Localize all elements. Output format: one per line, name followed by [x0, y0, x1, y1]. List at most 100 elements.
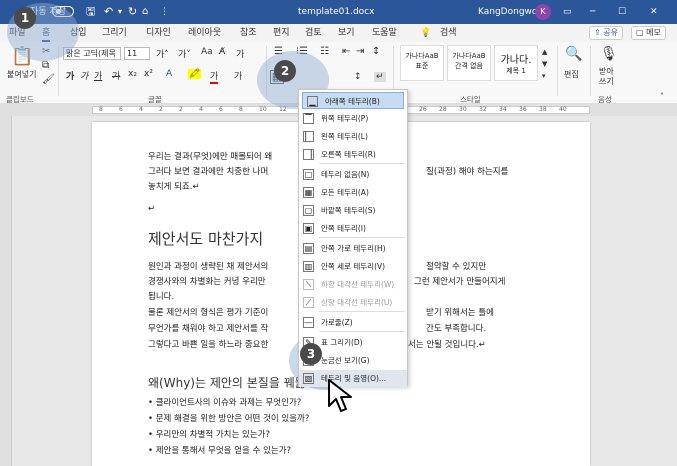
doc-bullet: • 클라이언트사의 이슈와 과제는 무엇인가? [148, 398, 302, 408]
paste-label[interactable]: 붙여넣기 [7, 69, 36, 80]
menu-item-inside-horizontal-border[interactable]: ▤ 안쪽 가로 테두리(H) [299, 240, 407, 257]
doc-bullet: • 문제 해결을 위한 방안은 어떤 것이 있을까? [148, 414, 310, 424]
undo-icon[interactable]: ↶ [104, 0, 113, 24]
highlight-icon[interactable]: 🖍 [188, 69, 202, 79]
quick-access-icon[interactable]: ⌂ [142, 0, 148, 24]
styles-more-icon[interactable]: ▾ [542, 72, 546, 80]
phonetic-icon[interactable]: 가 [236, 47, 244, 60]
ruler-number: 34 [499, 106, 507, 113]
save-icon[interactable]: 🖫 [86, 0, 95, 24]
menu-item-label: 하향 대각선 테두리(W) [321, 280, 395, 289]
font-color-icon[interactable]: 가 [210, 69, 219, 84]
bottom-border-icon: ▁ [307, 96, 318, 107]
menu-item-no-border[interactable]: □ 테두리 없음(N) [299, 166, 407, 183]
format-painter-icon[interactable]: 🖌 [42, 74, 55, 85]
ruler-number: 2 [179, 106, 183, 113]
show-marks-icon[interactable]: ↵ [374, 72, 386, 82]
search-icon[interactable]: 🔍 [565, 46, 582, 62]
menu-item-label: 안쪽 가로 테두리(H) [321, 244, 386, 253]
edit-label[interactable]: 편집 [564, 69, 579, 80]
menu-item-all-borders[interactable]: ▦ 모든 테두리(A) [299, 184, 407, 201]
right-border-icon: ▕ [303, 149, 314, 160]
divider [557, 46, 558, 96]
dictate-label[interactable]: 받아 쓰기 [599, 67, 614, 87]
clear-format-icon[interactable]: A̸ [219, 47, 225, 57]
close-icon[interactable]: ✕ [650, 0, 658, 24]
menu-separator [319, 331, 405, 332]
grow-font-icon[interactable]: 가˄ [156, 47, 169, 60]
horizontal-line-icon: ― [303, 317, 314, 328]
diagonal-up-border-icon: ⟋ [303, 297, 314, 308]
document-title: template01.docx [298, 7, 375, 17]
maximize-icon[interactable]: ☐ [618, 0, 626, 24]
menu-item-outside-borders[interactable]: ▢ 바깥쪽 테두리(S) [299, 202, 407, 219]
menu-item-inside-borders[interactable]: ▣ 안쪽 테두리(I) [299, 220, 407, 237]
bold-icon[interactable]: 가 [66, 69, 74, 82]
customize-icon[interactable]: ⋮ [160, 0, 169, 24]
comments-button[interactable]: ▢ 메모 [631, 26, 666, 40]
char-border-icon[interactable]: 가 [234, 69, 242, 82]
tab-design[interactable]: 디자인 [146, 24, 171, 42]
redo-icon[interactable]: ↻ [128, 0, 137, 24]
all-borders-icon: ▦ [303, 187, 314, 198]
menu-item-label: 바깥쪽 테두리(S) [321, 206, 376, 215]
tab-view[interactable]: 보기 [338, 24, 355, 42]
style-normal[interactable]: 가나다AaB 표준 [400, 45, 444, 81]
menu-separator [319, 311, 405, 312]
search-tab[interactable]: 검색 [440, 24, 457, 42]
minimize-icon[interactable]: ─ [590, 0, 595, 24]
borders-and-shading-icon: ▧ [303, 373, 314, 384]
undo-dropdown-icon[interactable]: ▾ [118, 0, 122, 24]
tab-help[interactable]: 도움말 [372, 24, 397, 42]
strikethrough-icon[interactable]: 가 [112, 69, 120, 82]
menu-item-inside-vertical-border[interactable]: ▥ 안쪽 세로 테두리(V) [299, 258, 407, 275]
tab-layout[interactable]: 레이아웃 [188, 24, 221, 42]
menu-item-label: 안쪽 테두리(I) [321, 224, 366, 233]
menu-item-label: 오른쪽 테두리(R) [321, 150, 376, 159]
doc-line: 우리는 결과(무엇)에만 매몰되어 왜 [148, 152, 273, 162]
menu-item-bottom-border[interactable]: ▁ 아래쪽 테두리(B) [302, 92, 404, 109]
collapse-ribbon-icon[interactable]: ˄ [660, 92, 664, 101]
text-effects-icon[interactable]: A [166, 69, 172, 79]
decrease-indent-icon[interactable]: ⇤ [342, 46, 350, 57]
tab-mailings[interactable]: 편지 [273, 24, 290, 42]
multilevel-icon[interactable]: ☷ [320, 46, 329, 57]
tab-references[interactable]: 참조 [240, 24, 257, 42]
menu-item-left-border[interactable]: ▏ 왼쪽 테두리(L) [299, 128, 407, 145]
menu-item-right-border[interactable]: ▕ 오른쪽 테두리(R) [299, 146, 407, 163]
microphone-icon[interactable]: 🎙 [600, 46, 618, 62]
change-case-icon[interactable]: Aa [201, 47, 213, 57]
menu-item-label: 눈금선 보기(G) [321, 356, 370, 365]
doc-line-fragment: 간도 부족합니다. [426, 324, 487, 334]
tab-draw[interactable]: 그리기 [102, 24, 127, 42]
styles-scroll-up-icon[interactable]: ▲ [542, 48, 547, 56]
font-size-box[interactable]: 11 [124, 47, 150, 60]
subscript-icon[interactable]: x₂ [128, 69, 137, 79]
menu-item-label: 안쪽 세로 테두리(V) [321, 262, 386, 271]
user-name[interactable]: KangDongwoo [478, 0, 543, 24]
menu-item-diagonal-down-border[interactable]: ⟍ 하향 대각선 테두리(W) [299, 276, 407, 293]
style-heading1[interactable]: 가나다. 제목 1 [494, 45, 538, 81]
menu-item-top-border[interactable]: ▔ 위쪽 테두리(P) [299, 110, 407, 127]
menu-item-horizontal-line[interactable]: ― 가로줄(Z) [299, 314, 407, 331]
style-no-spacing[interactable]: 가나다AaB 간격 없음 [447, 45, 491, 81]
doc-line-fragment: 절약할 수 있지만 [426, 262, 487, 272]
ribbon-display-icon[interactable]: ▭ [563, 0, 572, 24]
copy-icon[interactable]: ⧉ [42, 60, 49, 71]
avatar[interactable]: K [535, 4, 551, 20]
styles-scroll-down-icon[interactable]: ▼ [542, 60, 547, 68]
italic-icon[interactable]: 가 [80, 69, 88, 82]
underline-icon[interactable]: 가 [94, 69, 102, 82]
shrink-font-icon[interactable]: 가˅ [178, 47, 191, 60]
menu-item-diagonal-up-border[interactable]: ⟋ 상향 대각선 테두리(U) [299, 294, 407, 311]
style-name: 표준 [415, 62, 429, 70]
sort-icon[interactable]: ↕ [372, 46, 380, 57]
increase-indent-icon[interactable]: ⇥ [356, 46, 364, 57]
left-border-icon: ▏ [303, 131, 314, 142]
tab-review[interactable]: 검토 [305, 24, 322, 42]
inside-borders-icon: ▣ [303, 223, 314, 234]
superscript-icon[interactable]: x² [144, 69, 153, 79]
line-spacing-icon[interactable]: ↕ [354, 72, 362, 82]
share-button[interactable]: ⇪ 공유 [589, 26, 623, 40]
diagonal-down-border-icon: ⟍ [303, 279, 314, 290]
